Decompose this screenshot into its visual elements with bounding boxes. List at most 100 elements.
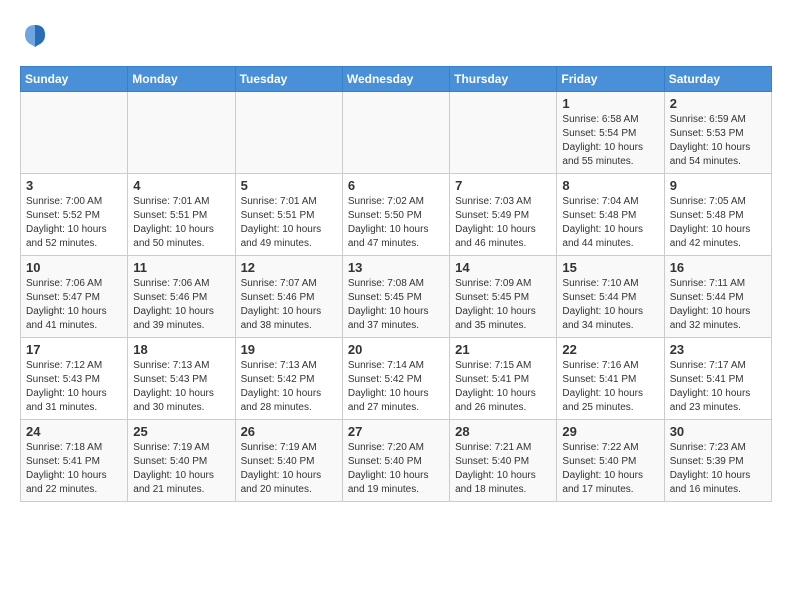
calendar-cell: 17 Sunrise: 7:12 AM Sunset: 5:43 PM Dayli… [21,338,128,420]
page-header [20,20,772,50]
calendar-cell: 8 Sunrise: 7:04 AM Sunset: 5:48 PM Daylig… [557,174,664,256]
day-number: 8 [562,178,658,193]
calendar-cell: 14Sunrise: 7:09 AM Sunset: 5:45 PM Dayli… [450,256,557,338]
day-number: 6 [348,178,444,193]
weekday-header-tuesday: Tuesday [235,67,342,92]
calendar-cell: 28Sunrise: 7:21 AM Sunset: 5:40 PM Dayli… [450,420,557,502]
calendar-cell: 15 Sunrise: 7:10 AM Sunset: 5:44 PM Dayli… [557,256,664,338]
day-info: Sunrise: 7:19 AM Sunset: 5:40 PM Dayligh… [241,441,337,497]
day-number: 24 [26,424,122,439]
day-number: 23 [670,342,766,357]
day-info: Sunrise: 7:02 AM Sunset: 5:50 PM Dayligh… [348,195,444,251]
day-number: 15 [562,260,658,275]
day-info: Sunrise: 7:07 AM Sunset: 5:46 PM Dayligh… [241,277,337,333]
calendar-cell: 7 Sunrise: 7:03 AM Sunset: 5:49 PM Daylig… [450,174,557,256]
day-number: 25 [133,424,229,439]
day-number: 16 [670,260,766,275]
calendar-cell: 4 Sunrise: 7:01 AM Sunset: 5:51 PM Daylig… [128,174,235,256]
calendar-cell: 24 Sunrise: 7:18 AM Sunset: 5:41 PM Dayli… [21,420,128,502]
calendar-cell: 29Sunrise: 7:22 AM Sunset: 5:40 PM Dayli… [557,420,664,502]
calendar-cell: 11 Sunrise: 7:06 AM Sunset: 5:46 PM Dayli… [128,256,235,338]
day-info: Sunrise: 7:12 AM Sunset: 5:43 PM Dayligh… [26,359,122,415]
day-info: Sunrise: 7:01 AM Sunset: 5:51 PM Dayligh… [133,195,229,251]
day-number: 30 [670,424,766,439]
weekday-header-saturday: Saturday [664,67,771,92]
calendar-cell: 19 Sunrise: 7:13 AM Sunset: 5:42 PM Dayli… [235,338,342,420]
calendar-week-1: 1 Sunrise: 6:58 AM Sunset: 5:54 PM Daylig… [21,92,772,174]
day-info: Sunrise: 7:06 AM Sunset: 5:47 PM Dayligh… [26,277,122,333]
day-number: 27 [348,424,444,439]
day-info: Sunrise: 7:18 AM Sunset: 5:41 PM Dayligh… [26,441,122,497]
calendar-cell: 12Sunrise: 7:07 AM Sunset: 5:46 PM Dayli… [235,256,342,338]
day-number: 22 [562,342,658,357]
calendar-week-5: 24 Sunrise: 7:18 AM Sunset: 5:41 PM Dayli… [21,420,772,502]
day-number: 2 [670,96,766,111]
calendar-cell: 9 Sunrise: 7:05 AM Sunset: 5:48 PM Daylig… [664,174,771,256]
day-number: 21 [455,342,551,357]
calendar-cell: 22Sunrise: 7:16 AM Sunset: 5:41 PM Dayli… [557,338,664,420]
day-number: 1 [562,96,658,111]
calendar-cell: 10Sunrise: 7:06 AM Sunset: 5:47 PM Dayli… [21,256,128,338]
day-number: 20 [348,342,444,357]
day-number: 13 [348,260,444,275]
day-info: Sunrise: 7:19 AM Sunset: 5:40 PM Dayligh… [133,441,229,497]
weekday-header-friday: Friday [557,67,664,92]
day-info: Sunrise: 7:01 AM Sunset: 5:51 PM Dayligh… [241,195,337,251]
calendar-cell [450,92,557,174]
calendar-cell: 25 Sunrise: 7:19 AM Sunset: 5:40 PM Dayli… [128,420,235,502]
day-number: 28 [455,424,551,439]
day-info: Sunrise: 7:06 AM Sunset: 5:46 PM Dayligh… [133,277,229,333]
calendar-cell: 1 Sunrise: 6:58 AM Sunset: 5:54 PM Daylig… [557,92,664,174]
day-number: 14 [455,260,551,275]
day-info: Sunrise: 7:05 AM Sunset: 5:48 PM Dayligh… [670,195,766,251]
day-info: Sunrise: 7:00 AM Sunset: 5:52 PM Dayligh… [26,195,122,251]
calendar-week-4: 17 Sunrise: 7:12 AM Sunset: 5:43 PM Dayli… [21,338,772,420]
calendar-cell: 13 Sunrise: 7:08 AM Sunset: 5:45 PM Dayli… [342,256,449,338]
weekday-header-row: SundayMondayTuesdayWednesdayThursdayFrid… [21,67,772,92]
weekday-header-wednesday: Wednesday [342,67,449,92]
calendar-cell [128,92,235,174]
day-info: Sunrise: 7:17 AM Sunset: 5:41 PM Dayligh… [670,359,766,415]
day-info: Sunrise: 7:13 AM Sunset: 5:43 PM Dayligh… [133,359,229,415]
day-info: Sunrise: 7:11 AM Sunset: 5:44 PM Dayligh… [670,277,766,333]
day-info: Sunrise: 7:15 AM Sunset: 5:41 PM Dayligh… [455,359,551,415]
day-number: 29 [562,424,658,439]
calendar-cell: 26 Sunrise: 7:19 AM Sunset: 5:40 PM Dayli… [235,420,342,502]
weekday-header-monday: Monday [128,67,235,92]
calendar-cell: 5 Sunrise: 7:01 AM Sunset: 5:51 PM Daylig… [235,174,342,256]
calendar-cell: 20 Sunrise: 7:14 AM Sunset: 5:42 PM Dayli… [342,338,449,420]
day-number: 3 [26,178,122,193]
weekday-header-sunday: Sunday [21,67,128,92]
calendar-cell [235,92,342,174]
calendar-cell: 3 Sunrise: 7:00 AM Sunset: 5:52 PM Daylig… [21,174,128,256]
day-number: 9 [670,178,766,193]
calendar-cell: 16 Sunrise: 7:11 AM Sunset: 5:44 PM Dayli… [664,256,771,338]
calendar-cell [21,92,128,174]
day-number: 18 [133,342,229,357]
day-number: 19 [241,342,337,357]
calendar-cell: 6 Sunrise: 7:02 AM Sunset: 5:50 PM Daylig… [342,174,449,256]
day-info: Sunrise: 7:03 AM Sunset: 5:49 PM Dayligh… [455,195,551,251]
calendar-table: SundayMondayTuesdayWednesdayThursdayFrid… [20,66,772,502]
day-number: 4 [133,178,229,193]
logo-icon [20,20,50,50]
day-number: 11 [133,260,229,275]
day-info: Sunrise: 6:59 AM Sunset: 5:53 PM Dayligh… [670,113,766,169]
day-info: Sunrise: 7:04 AM Sunset: 5:48 PM Dayligh… [562,195,658,251]
day-info: Sunrise: 7:08 AM Sunset: 5:45 PM Dayligh… [348,277,444,333]
calendar-week-3: 10Sunrise: 7:06 AM Sunset: 5:47 PM Dayli… [21,256,772,338]
calendar-week-2: 3 Sunrise: 7:00 AM Sunset: 5:52 PM Daylig… [21,174,772,256]
day-number: 26 [241,424,337,439]
calendar-cell: 2 Sunrise: 6:59 AM Sunset: 5:53 PM Daylig… [664,92,771,174]
day-number: 17 [26,342,122,357]
day-number: 7 [455,178,551,193]
day-info: Sunrise: 7:13 AM Sunset: 5:42 PM Dayligh… [241,359,337,415]
day-info: Sunrise: 7:20 AM Sunset: 5:40 PM Dayligh… [348,441,444,497]
day-info: Sunrise: 6:58 AM Sunset: 5:54 PM Dayligh… [562,113,658,169]
day-info: Sunrise: 7:14 AM Sunset: 5:42 PM Dayligh… [348,359,444,415]
day-number: 5 [241,178,337,193]
calendar-cell: 23 Sunrise: 7:17 AM Sunset: 5:41 PM Dayli… [664,338,771,420]
calendar-cell: 21 Sunrise: 7:15 AM Sunset: 5:41 PM Dayli… [450,338,557,420]
day-info: Sunrise: 7:23 AM Sunset: 5:39 PM Dayligh… [670,441,766,497]
day-info: Sunrise: 7:10 AM Sunset: 5:44 PM Dayligh… [562,277,658,333]
